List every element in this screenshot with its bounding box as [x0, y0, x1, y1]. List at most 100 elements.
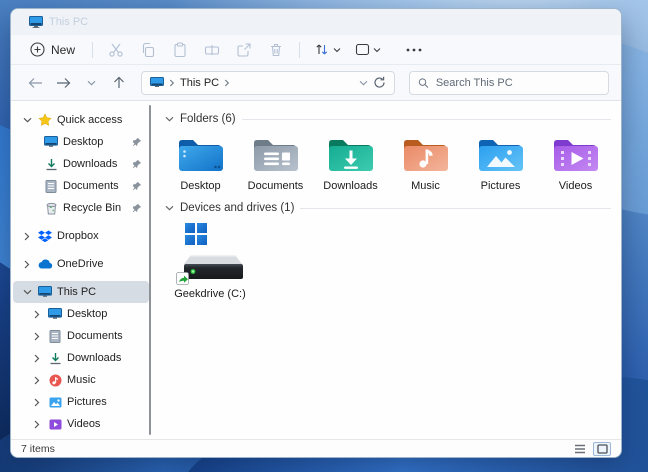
up-button[interactable]: [107, 71, 131, 95]
chevron-down-icon: [23, 289, 32, 295]
thumbnail-view-button[interactable]: [593, 442, 611, 456]
rename-button[interactable]: [197, 39, 227, 61]
music-folder-icon: [401, 135, 451, 175]
section-divider: [242, 119, 611, 120]
chevron-down-icon: [373, 47, 381, 53]
folder-tile-documents[interactable]: Documents: [240, 133, 311, 192]
breadcrumb[interactable]: This PC: [180, 77, 219, 89]
delete-icon: [268, 42, 284, 58]
sidebar-item-label: Desktop: [67, 308, 143, 320]
sidebar-scrollbar[interactable]: [149, 105, 151, 435]
copy-icon: [140, 42, 156, 58]
sidebar-item-videos[interactable]: Videos: [13, 413, 149, 435]
desktop-wallpaper: This PC New: [0, 0, 648, 472]
explorer-body: Quick access Desktop Downloads Documents: [11, 101, 621, 439]
shortcut-overlay-icon: [177, 273, 189, 285]
videos-icon: [49, 418, 62, 431]
chevron-right-icon: [34, 332, 40, 341]
address-dropdown-icon[interactable]: [359, 80, 368, 86]
new-button[interactable]: New: [21, 39, 84, 60]
folder-label: Pictures: [481, 180, 521, 192]
sidebar-item-label: Recycle Bin: [63, 202, 127, 214]
sidebar-item-documents-pinned[interactable]: Documents: [13, 175, 149, 197]
folder-label: Music: [411, 180, 440, 192]
this-pc-monitor-icon: [38, 286, 52, 298]
this-pc-monitor-icon: [29, 16, 43, 28]
folder-tile-music[interactable]: Music: [390, 133, 461, 192]
up-arrow-icon: [113, 76, 125, 89]
documents-folder-icon: [251, 135, 301, 175]
sidebar-item-onedrive[interactable]: OneDrive: [13, 253, 149, 275]
pictures-icon: [49, 396, 62, 409]
devices-section-header[interactable]: Devices and drives (1): [165, 202, 611, 214]
chevron-right-icon: [34, 376, 40, 385]
recent-locations-button[interactable]: [79, 71, 103, 95]
title-bar[interactable]: This PC: [11, 9, 621, 35]
search-box[interactable]: [409, 71, 609, 95]
paste-button[interactable]: [165, 39, 195, 61]
sidebar-item-label: Pictures: [67, 396, 143, 408]
rename-icon: [204, 42, 220, 58]
thumbnail-view-icon: [597, 444, 608, 454]
command-toolbar: New: [11, 35, 621, 65]
folders-section-header[interactable]: Folders (6): [165, 113, 611, 125]
desktop-folder-icon: [176, 135, 226, 175]
forward-button[interactable]: [51, 71, 75, 95]
details-view-icon: [574, 444, 586, 454]
sidebar-item-label: Documents: [67, 330, 143, 342]
sidebar-item-this-pc[interactable]: This PC: [13, 281, 149, 303]
sidebar-item-downloads[interactable]: Downloads: [13, 347, 149, 369]
share-button[interactable]: [229, 39, 259, 61]
chevron-right-icon: [34, 420, 40, 429]
copy-button[interactable]: [133, 39, 163, 61]
view-button[interactable]: [349, 40, 387, 59]
folder-tile-videos[interactable]: Videos: [540, 133, 611, 192]
devices-section-label: Devices and drives (1): [180, 202, 294, 214]
chevron-down-icon: [333, 47, 341, 53]
sort-button[interactable]: [308, 39, 347, 60]
chevron-right-icon: [34, 354, 40, 363]
folder-tile-downloads[interactable]: Downloads: [315, 133, 386, 192]
sidebar-item-recycle-bin[interactable]: Recycle Bin: [13, 197, 149, 219]
see-more-button[interactable]: [399, 39, 429, 61]
navigation-pane: Quick access Desktop Downloads Documents: [11, 101, 151, 439]
music-icon: [49, 374, 62, 387]
sidebar-item-label: Downloads: [67, 352, 143, 364]
search-input[interactable]: [436, 77, 600, 89]
sidebar-item-label: Downloads: [63, 158, 127, 170]
delete-button[interactable]: [261, 39, 291, 61]
downloads-folder-icon: [326, 135, 376, 175]
document-icon: [49, 330, 61, 343]
details-view-button[interactable]: [571, 442, 589, 456]
sidebar-item-documents[interactable]: Documents: [13, 325, 149, 347]
sidebar-item-dropbox[interactable]: Dropbox: [13, 225, 149, 247]
sidebar-item-quick-access[interactable]: Quick access: [13, 109, 149, 131]
sidebar-item-label: This PC: [57, 286, 143, 298]
sidebar-item-label: Desktop: [63, 136, 127, 148]
folder-tile-pictures[interactable]: Pictures: [465, 133, 536, 192]
drive-tile-c[interactable]: Geekdrive (C:): [165, 222, 255, 300]
sidebar-item-desktop-pinned[interactable]: Desktop: [13, 131, 149, 153]
chevron-down-icon: [23, 117, 32, 123]
videos-folder-icon: [551, 135, 601, 175]
cut-button[interactable]: [101, 39, 131, 61]
sidebar-item-label: Videos: [67, 418, 143, 430]
refresh-icon[interactable]: [373, 76, 386, 89]
back-button[interactable]: [23, 71, 47, 95]
status-bar: 7 items: [11, 439, 621, 457]
breadcrumb-chevron-icon: [224, 79, 230, 87]
folder-label: Documents: [248, 180, 304, 192]
address-bar[interactable]: This PC: [141, 71, 395, 95]
sidebar-item-label: Quick access: [57, 114, 143, 126]
file-explorer-window: This PC New: [10, 8, 622, 458]
sidebar-item-desktop[interactable]: Desktop: [13, 303, 149, 325]
chevron-right-icon: [24, 232, 30, 241]
sidebar-item-label: Music: [67, 374, 143, 386]
sidebar-item-music[interactable]: Music: [13, 369, 149, 391]
pin-icon: [132, 159, 142, 169]
folder-label: Downloads: [323, 180, 377, 192]
folder-tile-desktop[interactable]: Desktop: [165, 133, 236, 192]
sidebar-item-pictures[interactable]: Pictures: [13, 391, 149, 413]
pin-icon: [132, 137, 142, 147]
sidebar-item-downloads-pinned[interactable]: Downloads: [13, 153, 149, 175]
